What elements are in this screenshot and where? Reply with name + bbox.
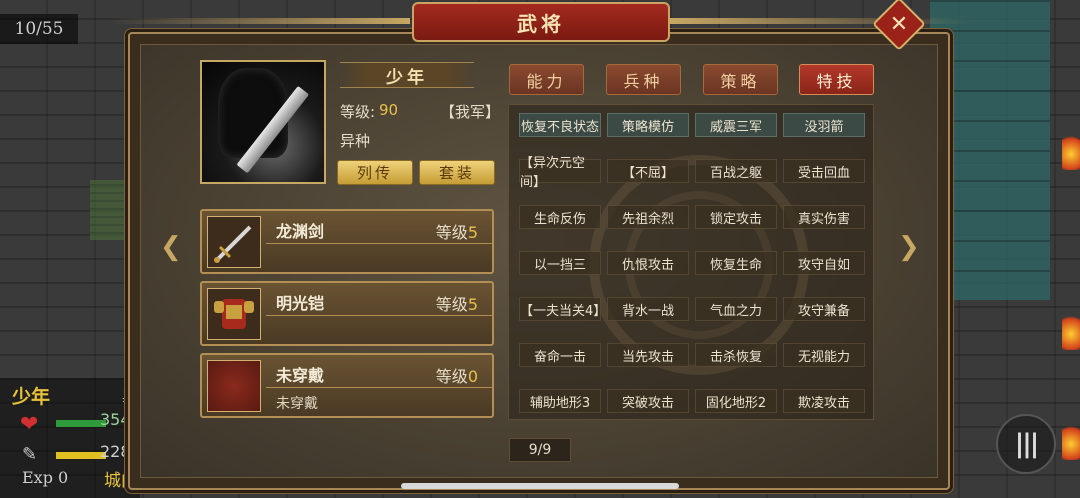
skill-item[interactable]: 生命反伤 (519, 205, 601, 229)
title-ornament-right (670, 18, 970, 24)
skill-item[interactable]: 没羽箭 (783, 113, 865, 137)
skill-item[interactable]: 攻守自如 (783, 251, 865, 275)
menu-icon: ||| (1014, 429, 1039, 459)
skill-item[interactable]: 【不屈】 (607, 159, 689, 183)
panel-title: 武将 (412, 2, 670, 42)
level-label: 等级: (340, 103, 376, 121)
equipment-slot-armor[interactable]: 明光铠 等级5 (200, 281, 494, 346)
equipment-slot-accessory[interactable]: 未穿戴 等级0 未穿戴 (200, 353, 494, 418)
divider (266, 387, 492, 388)
turn-counter: 10/55 (0, 14, 78, 44)
skill-item[interactable]: 击杀恢复 (695, 343, 777, 367)
general-name-tag: 少年 (340, 62, 474, 88)
skill-item[interactable]: 恢复生命 (695, 251, 777, 275)
tab-ability[interactable]: 能力 (509, 64, 584, 95)
empty-slot-emblem-icon (207, 360, 261, 412)
skill-item[interactable]: 真实伤害 (783, 205, 865, 229)
page-indicator: 9/9 (509, 438, 571, 462)
skill-item[interactable]: 攻守兼备 (783, 297, 865, 321)
skill-item[interactable]: 【一夫当关4】 (519, 297, 606, 321)
skill-item[interactable]: 恢复不良状态 (519, 113, 601, 137)
divider (266, 315, 492, 316)
biography-button[interactable]: 列传 (337, 160, 413, 185)
camp-label: 【我军】 (440, 103, 501, 121)
skill-item[interactable]: 【异次元空间】 (519, 156, 601, 190)
equipment-name: 龙渊剑 (276, 222, 325, 241)
skill-item[interactable]: 仇恨攻击 (607, 251, 689, 275)
tab-troops[interactable]: 兵种 (606, 64, 681, 95)
skills-grid: 恢复不良状态 策略模仿 威震三军 没羽箭 【异次元空间】 【不屈】 百战之躯 受… (508, 104, 874, 420)
fire-icon (1062, 310, 1080, 350)
exp-value: Exp 0 (22, 468, 69, 487)
tab-strategy[interactable]: 策略 (703, 64, 778, 95)
chevron-left-icon[interactable]: ❮ (160, 232, 182, 262)
feather-icon: ✎ (22, 444, 38, 465)
set-button[interactable]: 套装 (419, 160, 495, 185)
equipment-level: 等级5 (435, 295, 478, 314)
fire-icon (1062, 130, 1080, 170)
skill-item[interactable]: 当先攻击 (607, 343, 689, 367)
equipment-name: 未穿戴 (276, 366, 325, 385)
general-portrait (200, 60, 326, 184)
equipment-level: 等级0 (435, 367, 478, 386)
equipment-name: 明光铠 (276, 294, 325, 313)
skill-item[interactable]: 欺凌攻击 (783, 389, 865, 413)
unit-name: 少年 (12, 386, 51, 408)
menu-button[interactable]: ||| (996, 414, 1056, 474)
skill-item[interactable]: 气血之力 (695, 297, 777, 321)
fire-icon (1062, 420, 1080, 460)
skill-item[interactable]: 以一挡三 (519, 251, 601, 275)
skill-item[interactable]: 无视能力 (783, 343, 865, 367)
divider (266, 243, 492, 244)
skill-item[interactable]: 受击回血 (783, 159, 865, 183)
title-ornament-left (110, 18, 410, 24)
skill-item[interactable]: 背水一战 (607, 297, 689, 321)
skill-item[interactable]: 固化地形2 (695, 389, 777, 413)
skill-item[interactable]: 先祖余烈 (607, 205, 689, 229)
unit-status-panel[interactable]: 少年 异 ❤ 3542 ✎ 228 Exp 0 城内 (0, 378, 141, 498)
mp-bar (56, 452, 106, 459)
skill-item[interactable]: 奋命一击 (519, 343, 601, 367)
mp-value: 228 (100, 442, 131, 461)
level-value: 90 (379, 101, 399, 119)
skill-item[interactable]: 突破攻击 (607, 389, 689, 413)
skill-item[interactable]: 威震三军 (695, 113, 777, 137)
hp-bar (56, 420, 106, 427)
equipment-slot-weapon[interactable]: 龙渊剑 等级5 (200, 209, 494, 274)
skill-item[interactable]: 策略模仿 (607, 113, 689, 137)
skill-item[interactable]: 辅助地形3 (519, 389, 601, 413)
general-type: 异种 (340, 132, 371, 150)
chevron-right-icon[interactable]: ❯ (898, 232, 920, 262)
skill-item[interactable]: 锁定攻击 (695, 205, 777, 229)
heart-icon: ❤ (20, 412, 39, 437)
home-indicator[interactable] (401, 483, 679, 489)
close-icon: ✕ (889, 11, 909, 37)
tab-special-skills[interactable]: 特技 (799, 64, 874, 95)
armor-icon (207, 288, 261, 340)
equipment-subtext: 未穿戴 (276, 396, 318, 412)
equipment-level: 等级5 (435, 223, 478, 242)
skill-item[interactable]: 百战之躯 (695, 159, 777, 183)
sword-icon (207, 216, 261, 268)
